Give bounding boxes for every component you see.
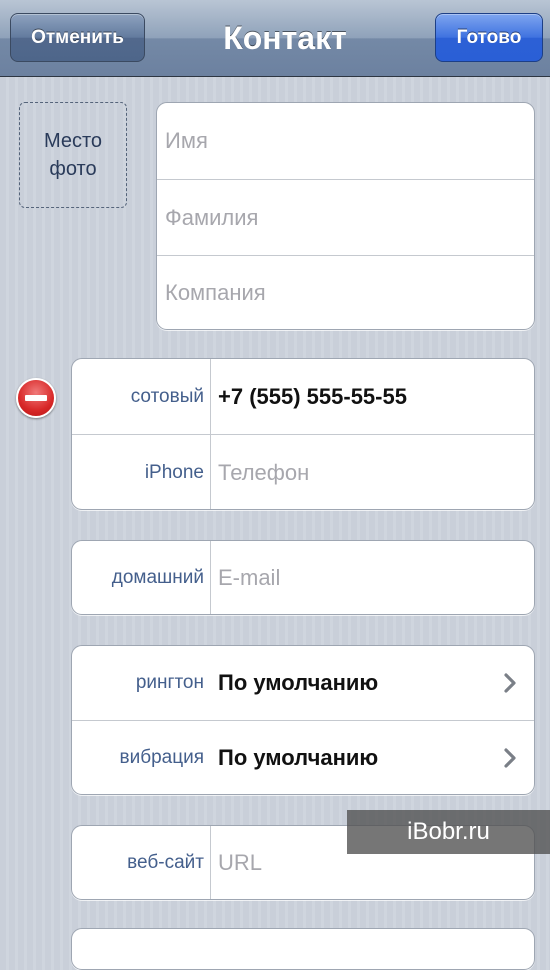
website-label[interactable]: веб-сайт (72, 826, 210, 899)
chevron-right-icon (504, 673, 516, 693)
name-group: Имя Фамилия Компания (156, 102, 535, 330)
chevron-right-icon (504, 748, 516, 768)
email-group: домашний E-mail (71, 540, 535, 615)
minus-icon (25, 395, 47, 401)
company-field[interactable]: Компания (157, 255, 534, 329)
sound-group: рингтон По умолчанию вибрация По умолчан… (71, 645, 535, 795)
company-placeholder: Компания (165, 280, 266, 305)
phone-label-mobile[interactable]: сотовый (72, 359, 210, 434)
phone-group: сотовый +7 (555) 555-55-55 iPhone Телефо… (71, 358, 535, 510)
ringtone-label: рингтон (135, 672, 204, 693)
first-name-placeholder: Имя (165, 128, 208, 153)
next-group-partial (71, 928, 535, 970)
column-divider (210, 359, 211, 509)
photo-label-line1: Место (43, 130, 103, 152)
last-name-field[interactable]: Фамилия (157, 179, 534, 255)
watermark: iBobr.ru (347, 810, 550, 854)
vibration-label: вибрация (119, 747, 204, 768)
add-photo-button[interactable]: Место фото (19, 102, 127, 208)
vibration-row[interactable]: вибрация По умолчанию (72, 720, 534, 794)
ringtone-value: По умолчанию (218, 670, 379, 695)
phone-value-mobile[interactable]: +7 (555) 555-55-55 (218, 384, 407, 410)
cancel-button[interactable]: Отменить (10, 13, 145, 62)
column-divider (210, 826, 211, 899)
email-placeholder[interactable]: E-mail (218, 565, 280, 591)
phone-label-iphone[interactable]: iPhone (72, 435, 210, 509)
first-name-field[interactable]: Имя (157, 103, 534, 179)
phone-row-mobile[interactable]: сотовый +7 (555) 555-55-55 (72, 359, 534, 434)
done-button[interactable]: Готово (435, 13, 543, 62)
delete-phone-button[interactable] (16, 378, 56, 418)
page-title: Контакт (223, 19, 347, 56)
column-divider (210, 541, 211, 614)
phone-row-iphone[interactable]: iPhone Телефон (72, 434, 534, 509)
email-label[interactable]: домашний (72, 541, 210, 614)
website-placeholder[interactable]: URL (218, 850, 262, 876)
last-name-placeholder: Фамилия (165, 204, 259, 230)
ringtone-row[interactable]: рингтон По умолчанию (72, 646, 534, 720)
phone-placeholder[interactable]: Телефон (218, 460, 309, 486)
vibration-value: По умолчанию (218, 745, 379, 770)
email-row[interactable]: домашний E-mail (72, 541, 534, 614)
navigation-bar: Отменить Контакт Готово (0, 0, 550, 77)
photo-label-line2: фото (49, 158, 97, 180)
